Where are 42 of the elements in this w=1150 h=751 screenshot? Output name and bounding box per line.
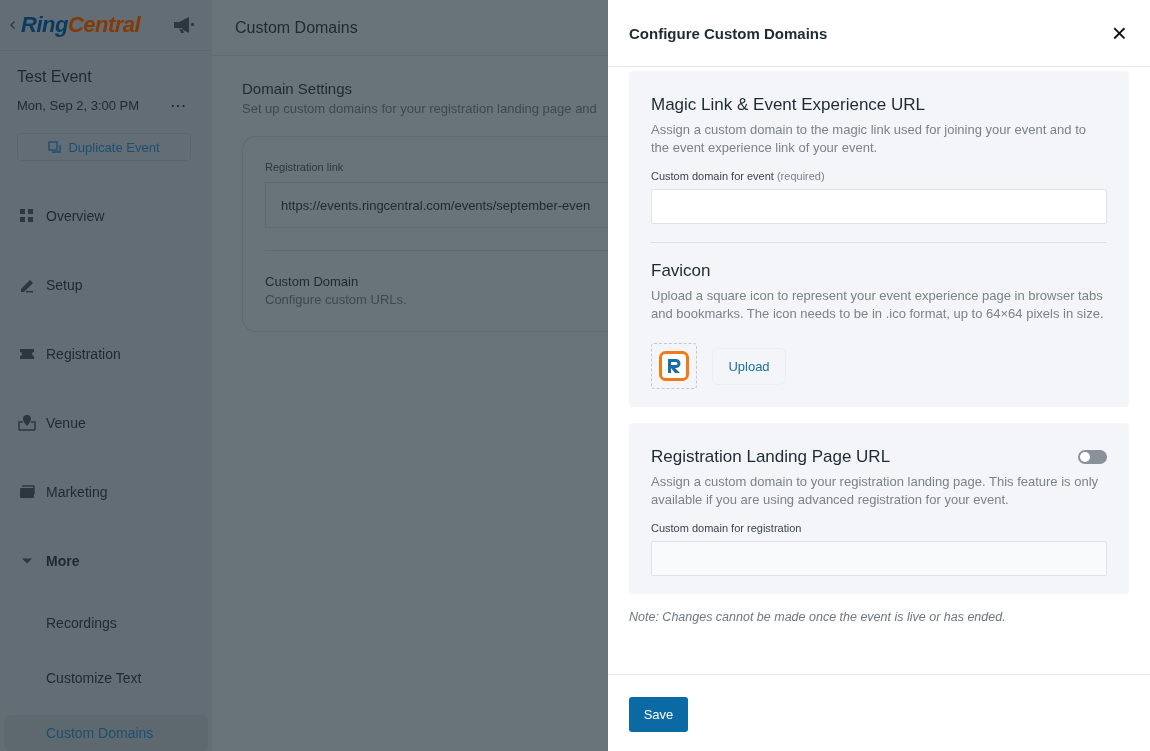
duplicate-event-button[interactable]: Duplicate Event (17, 133, 191, 161)
upload-button[interactable]: Upload (712, 347, 786, 385)
page-title: Custom Domains (235, 18, 358, 37)
section-description: Upload a square icon to represent your event experience page in browser tabs and bookmarks. The icon needs to be in .ico format, up to 64×64 pixels in size. (651, 287, 1105, 323)
event-date: Mon, Sep 2, 3:00 PM (17, 98, 140, 113)
close-button[interactable]: × (1109, 20, 1129, 46)
save-button[interactable]: Save (629, 697, 688, 732)
map-pin-icon (18, 413, 36, 432)
grid-icon (18, 206, 36, 225)
nav-item[interactable]: Custom Domains (4, 715, 208, 751)
custom-domain-input[interactable] (651, 541, 1107, 576)
nav-item[interactable]: Recordings (4, 595, 208, 650)
custom-domain-input[interactable] (651, 189, 1107, 224)
section-title: Domain Settings (242, 80, 354, 97)
section-title: Favicon (651, 261, 712, 281)
custom-domain-title: Custom Domain (265, 274, 360, 289)
note-text: Note: Changes cannot be made once the event is live or has ended. (629, 610, 1007, 624)
megaphone-icon[interactable] (172, 16, 197, 34)
nav-item[interactable]: Venue (4, 388, 208, 457)
section-description: Assign a custom domain to the magic link used for joining your event and to the event experience link of your event. (651, 121, 1088, 157)
event-name: Test Event (17, 68, 93, 86)
caret-down-icon (22, 557, 32, 564)
more-options-button[interactable]: ··· (171, 98, 187, 113)
toggle-switch[interactable] (1078, 450, 1107, 464)
logo: RingCentral (21, 12, 141, 38)
back-chevron-icon[interactable] (10, 21, 15, 29)
field-label: Custom domain for registration (651, 522, 803, 534)
nav-item[interactable]: Registration (4, 319, 208, 388)
section-title: Magic Link & Event Experience URL (651, 95, 927, 115)
field-label: Custom domain for event (required) (651, 170, 826, 182)
nav-item[interactable]: Setup (4, 250, 208, 319)
nav-item[interactable]: Marketing (4, 457, 208, 526)
nav-group-toggle[interactable]: More (4, 526, 208, 595)
drawer-title: Configure Custom Domains (629, 24, 828, 42)
section-description: Assign a custom domain to your registration landing page. This feature is only available if you are using advanced registration for your event. (651, 473, 1100, 509)
copy-icon (48, 140, 62, 154)
nav-item[interactable]: Overview (4, 181, 208, 250)
favicon-logo-icon (659, 351, 689, 381)
registration-link-field[interactable]: https://events.ringcentral.com/events/september-even (265, 182, 608, 228)
section-title: Registration Landing Page URL (651, 447, 891, 467)
nav-item[interactable]: Customize Text (4, 650, 208, 705)
field-label: Registration link (265, 161, 345, 173)
